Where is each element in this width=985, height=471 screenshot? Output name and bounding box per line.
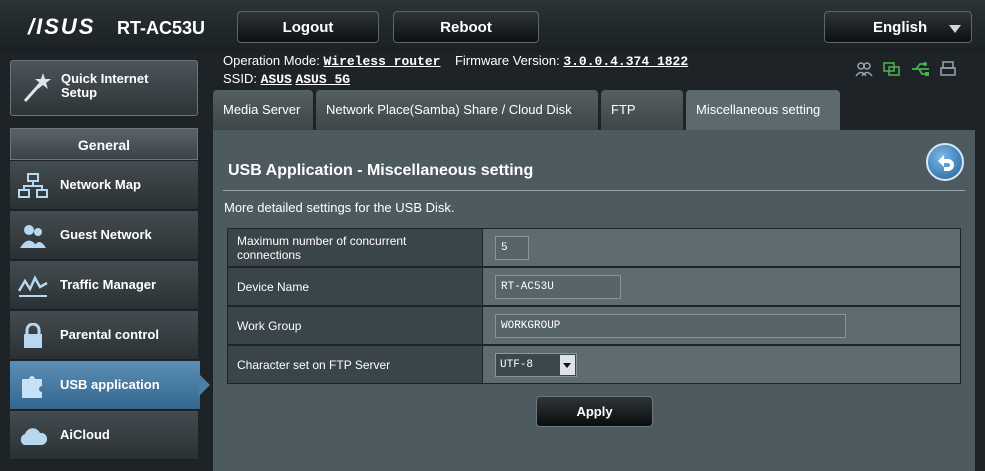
operation-mode-link[interactable]: Wireless router (323, 54, 440, 69)
status-icons (855, 61, 957, 77)
work-group-input[interactable]: WORKGROUP (495, 314, 846, 338)
chevron-down-icon (560, 355, 575, 375)
page-description: More detailed settings for the USB Disk. (224, 200, 455, 215)
ssid-link-2[interactable]: ASUS_5G (295, 72, 350, 87)
sidebar-item-label: Traffic Manager (60, 277, 157, 292)
back-button[interactable] (926, 143, 964, 181)
firmware-link[interactable]: 3.0.0.4.374_1822 (563, 54, 688, 69)
network-status-icon[interactable] (883, 61, 901, 77)
sidebar-item-label: USB application (60, 377, 160, 392)
setting-label: Work Group (228, 307, 483, 344)
cloud-icon (20, 428, 48, 445)
character-set-select[interactable]: UTF-8 (495, 353, 577, 377)
setting-value-cell: UTF-8 (483, 346, 960, 383)
firmware-label: Firmware Version: (454, 53, 560, 68)
character-set-value: UTF-8 (500, 359, 534, 371)
quick-internet-setup-label: Quick Internet Setup (61, 71, 149, 100)
operation-mode-label: Operation Mode: (223, 53, 320, 68)
sidebar-item-usb-application[interactable]: USB application (10, 361, 200, 410)
setting-value-cell: 5 (483, 229, 960, 266)
language-select[interactable]: English (824, 11, 972, 43)
setting-value-cell: WORKGROUP (483, 307, 960, 344)
general-section-header: General (10, 128, 198, 160)
sidebar-item-label: AiCloud (60, 427, 110, 442)
setting-label: Maximum number of concurrent connections (228, 229, 483, 266)
tab-miscellaneous-setting[interactable]: Miscellaneous setting (686, 90, 840, 132)
sidebar-item-label: Network Map (60, 177, 141, 192)
setting-row-max-connections: Maximum number of concurrent connections… (227, 228, 961, 267)
printer-icon[interactable] (939, 61, 957, 77)
language-label: English (873, 19, 928, 36)
sidebar-item-parental-control[interactable]: Parental control (10, 311, 198, 360)
asus-logo: /ISUS (28, 14, 96, 39)
sidebar-item-guest-network[interactable]: Guest Network (10, 211, 198, 260)
usb-puzzle-icon (22, 376, 42, 398)
clients-icon[interactable] (855, 61, 873, 77)
tab-media-server[interactable]: Media Server (213, 90, 313, 130)
chevron-down-icon (949, 25, 961, 33)
lock-icon (24, 323, 42, 348)
setting-label: Character set on FTP Server (228, 346, 483, 383)
operation-info: Operation Mode: Wireless router Firmware… (223, 53, 688, 69)
ssid-info: SSID: ASUS ASUS_5G (223, 71, 350, 87)
quick-internet-setup-button[interactable]: Quick Internet Setup (10, 60, 198, 116)
page-title: USB Application - Miscellaneous setting (228, 162, 534, 179)
setting-label: Device Name (228, 268, 483, 305)
magic-wand-icon (23, 73, 51, 102)
reboot-button[interactable]: Reboot (393, 11, 539, 43)
device-name-input[interactable]: RT-AC53U (495, 275, 621, 299)
sidebar-item-label: Guest Network (60, 227, 152, 242)
network-map-icon (18, 173, 48, 198)
model-name: RT-AC53U (117, 18, 206, 38)
setting-row-work-group: Work Group WORKGROUP (227, 306, 961, 345)
tab-network-place-samba[interactable]: Network Place(Samba) Share / Cloud Disk (316, 90, 598, 130)
guest-network-icon (20, 225, 46, 248)
max-connections-input[interactable]: 5 (495, 236, 529, 260)
usb-status-icon[interactable] (911, 61, 929, 77)
back-arrow-icon (938, 155, 954, 171)
title-divider (223, 190, 965, 191)
active-item-pointer (198, 373, 210, 397)
sidebar-item-traffic-manager[interactable]: Traffic Manager (10, 261, 198, 310)
setting-value-cell: RT-AC53U (483, 268, 960, 305)
ssid-label: SSID: (223, 71, 257, 86)
logout-button[interactable]: Logout (237, 11, 379, 43)
apply-button[interactable]: Apply (536, 396, 653, 427)
sidebar-item-aicloud[interactable]: AiCloud (10, 411, 198, 460)
setting-row-character-set: Character set on FTP Server UTF-8 (227, 345, 961, 384)
traffic-manager-icon (18, 275, 48, 297)
sidebar-item-label: Parental control (60, 327, 159, 342)
tab-ftp-share[interactable]: FTP Share (601, 90, 683, 157)
sidebar-item-network-map[interactable]: Network Map (10, 161, 198, 210)
setting-row-device-name: Device Name RT-AC53U (227, 267, 961, 306)
ssid-link-1[interactable]: ASUS (261, 72, 292, 87)
